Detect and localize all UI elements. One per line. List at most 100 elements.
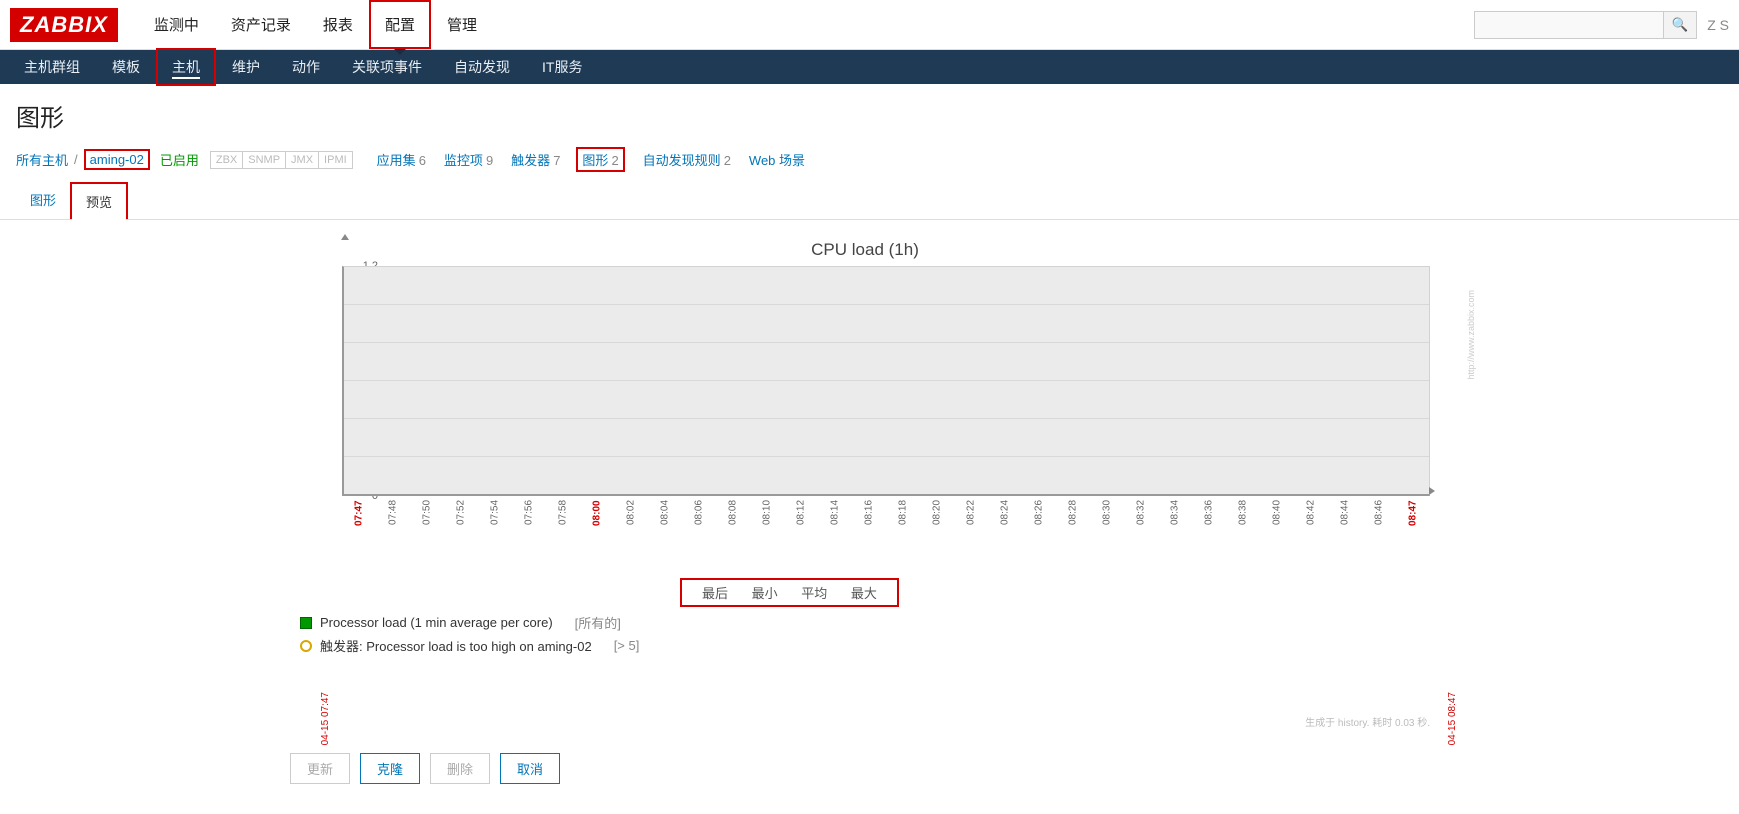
crumb-host[interactable]: aming-02 bbox=[84, 149, 150, 170]
x-tick: 08:20 bbox=[920, 500, 954, 540]
x-tick: 08:44 bbox=[1328, 500, 1362, 540]
x-tick: 08:18 bbox=[886, 500, 920, 540]
x-tick: 08:12 bbox=[784, 500, 818, 540]
subnav-correlation[interactable]: 关联项事件 bbox=[336, 48, 438, 86]
update-button[interactable]: 更新 bbox=[290, 753, 350, 784]
subnav-discovery[interactable]: 自动发现 bbox=[438, 48, 526, 86]
x-tick: 08:32 bbox=[1124, 500, 1158, 540]
subnav-actions[interactable]: 动作 bbox=[276, 48, 336, 86]
x-tick: 08:34 bbox=[1158, 500, 1192, 540]
crumb-status: 已启用 bbox=[160, 150, 199, 169]
subnav-hosts[interactable]: 主机 bbox=[156, 48, 216, 86]
plot-area bbox=[342, 266, 1430, 496]
nav-administration[interactable]: 管理 bbox=[431, 0, 493, 49]
sub-nav: 主机群组 模板 主机 维护 动作 关联项事件 自动发现 IT服务 bbox=[0, 50, 1739, 84]
search-icon: 🔍 bbox=[1672, 17, 1689, 32]
legend-col: 平均 bbox=[801, 586, 827, 601]
tab-preview[interactable]: 预览 bbox=[70, 182, 128, 219]
legend-bracket: [所有的] bbox=[575, 613, 621, 632]
nav-reports[interactable]: 报表 bbox=[307, 0, 369, 49]
delete-button[interactable]: 删除 bbox=[430, 753, 490, 784]
x-tick: 07:47 bbox=[342, 500, 376, 540]
x-tick: 08:08 bbox=[716, 500, 750, 540]
x-tick: 08:16 bbox=[852, 500, 886, 540]
x-tick: 08:22 bbox=[954, 500, 988, 540]
x-tick: 08:10 bbox=[750, 500, 784, 540]
crumb-sep: / bbox=[74, 152, 78, 167]
cfg-items[interactable]: 监控项9 bbox=[444, 150, 493, 169]
cfg-applications[interactable]: 应用集6 bbox=[377, 150, 426, 169]
nav-inventory[interactable]: 资产记录 bbox=[215, 0, 307, 49]
x-tick: 08:02 bbox=[614, 500, 648, 540]
share-icon[interactable]: Z S bbox=[1707, 17, 1729, 33]
clone-button[interactable]: 克隆 bbox=[360, 753, 420, 784]
date-right: 04-15 08:47 bbox=[1447, 692, 1458, 745]
x-tick: 08:40 bbox=[1260, 500, 1294, 540]
tab-graph[interactable]: 图形 bbox=[16, 182, 70, 219]
chart-title: CPU load (1h) bbox=[300, 240, 1430, 260]
legend-col: 最小 bbox=[752, 586, 778, 601]
proto-snmp: SNMP bbox=[242, 151, 286, 169]
x-tick: 08:06 bbox=[682, 500, 716, 540]
x-tick: 07:58 bbox=[546, 500, 580, 540]
legend-swatch-yellow-icon bbox=[300, 640, 312, 652]
legend-row-2: 触发器: Processor load is too high on aming… bbox=[300, 636, 1430, 655]
proto-zbx: ZBX bbox=[210, 151, 243, 169]
proto-ipmi: IPMI bbox=[318, 151, 353, 169]
legend-bracket: [> 5] bbox=[614, 638, 640, 653]
logo: ZABBIX bbox=[10, 8, 118, 42]
top-nav: 监测中 资产记录 报表 配置 管理 bbox=[138, 0, 493, 49]
x-tick: 07:54 bbox=[478, 500, 512, 540]
subnav-hostgroups[interactable]: 主机群组 bbox=[8, 48, 96, 86]
x-axis: 07:4707:4807:5007:5207:5407:5607:5808:00… bbox=[342, 500, 1430, 540]
breadcrumb: 所有主机 / aming-02 已启用 ZBX SNMP JMX IPMI 应用… bbox=[0, 143, 1739, 182]
subnav-maintenance[interactable]: 维护 bbox=[216, 48, 276, 86]
x-tick: 08:24 bbox=[988, 500, 1022, 540]
page-title: 图形 bbox=[16, 98, 1723, 133]
x-tick: 07:56 bbox=[512, 500, 546, 540]
legend-columns: 最后 最小 平均 最大 bbox=[680, 578, 899, 607]
x-tick: 07:48 bbox=[376, 500, 410, 540]
nav-monitoring[interactable]: 监测中 bbox=[138, 0, 215, 49]
chart-container: CPU load (1h) 1.2 1.0 0.8 0.6 0.4 0.2 0 … bbox=[300, 240, 1430, 739]
x-tick: 08:38 bbox=[1226, 500, 1260, 540]
x-tick: 08:46 bbox=[1362, 500, 1396, 540]
legend-col: 最大 bbox=[851, 586, 877, 601]
protocol-box: ZBX SNMP JMX IPMI bbox=[211, 151, 353, 169]
cancel-button[interactable]: 取消 bbox=[500, 753, 560, 784]
legend-label: 触发器: Processor load is too high on aming… bbox=[320, 636, 592, 655]
search-input[interactable] bbox=[1474, 11, 1664, 39]
x-tick: 08:47 bbox=[1396, 500, 1430, 540]
cfg-graphs[interactable]: 图形2 bbox=[576, 147, 624, 172]
cfg-triggers[interactable]: 触发器7 bbox=[511, 150, 560, 169]
tab-row: 图形 预览 bbox=[0, 182, 1739, 220]
x-tick: 08:04 bbox=[648, 500, 682, 540]
x-arrow-icon bbox=[1429, 487, 1435, 495]
x-tick: 08:36 bbox=[1192, 500, 1226, 540]
x-tick: 08:30 bbox=[1090, 500, 1124, 540]
date-left: 04-15 07:47 bbox=[320, 692, 331, 745]
legend-col: 最后 bbox=[702, 586, 728, 601]
x-tick: 08:00 bbox=[580, 500, 614, 540]
legend-rows: Processor load (1 min average per core) … bbox=[300, 613, 1430, 655]
x-tick: 08:26 bbox=[1022, 500, 1056, 540]
x-tick: 08:14 bbox=[818, 500, 852, 540]
subnav-templates[interactable]: 模板 bbox=[96, 48, 156, 86]
cfg-web-scenarios[interactable]: Web 场景 bbox=[749, 150, 805, 169]
cfg-discovery-rules[interactable]: 自动发现规则2 bbox=[643, 150, 731, 169]
nav-configuration[interactable]: 配置 bbox=[369, 0, 431, 49]
x-tick: 08:42 bbox=[1294, 500, 1328, 540]
legend-label: Processor load (1 min average per core) bbox=[320, 615, 553, 630]
x-tick: 08:28 bbox=[1056, 500, 1090, 540]
history-note: 生成于 history. 耗时 0.03 秒. bbox=[1305, 714, 1430, 729]
watermark: http://www.zabbix.com bbox=[1466, 290, 1476, 380]
legend-swatch-green-icon bbox=[300, 617, 312, 629]
x-tick: 07:50 bbox=[410, 500, 444, 540]
search-button[interactable]: 🔍 bbox=[1664, 11, 1698, 39]
subnav-itservices[interactable]: IT服务 bbox=[526, 48, 598, 86]
x-tick: 07:52 bbox=[444, 500, 478, 540]
proto-jmx: JMX bbox=[285, 151, 319, 169]
legend-row-1: Processor load (1 min average per core) … bbox=[300, 613, 1430, 632]
crumb-all-hosts[interactable]: 所有主机 bbox=[16, 150, 68, 169]
y-arrow-icon bbox=[341, 234, 349, 240]
